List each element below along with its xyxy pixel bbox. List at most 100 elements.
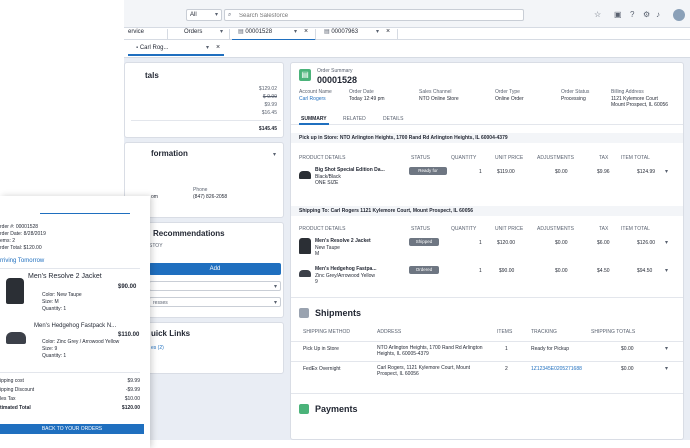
column-header: QUANTITY	[451, 226, 477, 232]
favorites-star-icon[interactable]: ☆	[594, 10, 601, 19]
mobile-items: ems: 2	[0, 238, 16, 244]
desktop-app: All ▾ ⌕ ☆ ▣ ? ⚙ ♪ ervice Orders ▾ ▤ 0000…	[124, 0, 690, 440]
column-header: ITEM TOTAL	[621, 226, 650, 232]
table-row: Men's Hedgehog Fastpa... Zinc Grey/Arrow…	[291, 264, 683, 288]
app-launcher-icon[interactable]: ▣	[614, 10, 622, 19]
totals-card: tals $129.02 $-9.99 $9.99 $16.45 $145.45	[124, 62, 284, 138]
tab-details[interactable]: DETAILS	[383, 116, 403, 122]
mobile-product-quantity: Quantity: 1	[42, 306, 67, 312]
product-name[interactable]: Big Shot Special Edition Da...	[315, 167, 385, 173]
field-value: Processing	[561, 96, 586, 102]
mobile-total-label: ipping cost	[0, 378, 24, 384]
mobile-total-label: ipping Discount	[0, 387, 35, 393]
shipments-title: Shipments	[315, 308, 362, 318]
global-search[interactable]: ⌕	[224, 9, 524, 21]
shipping-total: $0.00	[621, 366, 634, 372]
search-icon: ⌕	[228, 12, 232, 18]
close-icon[interactable]: ×	[304, 28, 308, 35]
recommendation-select-1[interactable]: ▾	[149, 281, 281, 291]
mobile-order-total: rder Total: $120.00	[0, 245, 42, 251]
chevron-down-icon[interactable]: ▾	[376, 29, 379, 36]
row-menu-chevron-icon[interactable]: ▾	[665, 239, 668, 246]
notifications-bell-icon[interactable]: ♪	[656, 10, 660, 19]
field-label: Sales Channel	[419, 89, 452, 95]
shipments-icon	[299, 308, 309, 318]
column-header: UNIT PRICE	[495, 155, 524, 161]
product-name[interactable]: Men's Hedgehog Fastpa...	[315, 266, 376, 272]
phone-label: Phone	[193, 187, 208, 193]
subtab-account[interactable]: ▪ Carl Rog... ▾ ×	[128, 44, 224, 56]
unit-price: $90.00	[499, 268, 515, 274]
mobile-total-row: ipping Discount -$9.99	[0, 387, 140, 395]
back-to-orders-button[interactable]: BACK TO YOUR ORDERS	[0, 424, 144, 434]
tax: $6.00	[597, 240, 610, 246]
field-label: Billing Address	[611, 89, 644, 95]
column-header: TAX	[599, 226, 609, 232]
add-button[interactable]: Add	[149, 263, 281, 275]
chevron-down-icon[interactable]: ▾	[273, 151, 276, 158]
mobile-product-name[interactable]: Men's Resolve 2 Jacket	[28, 273, 102, 281]
column-header: SHIPPING METHOD	[303, 329, 350, 335]
chevron-down-icon[interactable]: ▾	[294, 29, 297, 36]
email-value: om	[151, 194, 158, 200]
adjustments: $0.00	[555, 240, 568, 246]
shipping-address: NTO Arlington Heights, 1700 Rand Rd Arli…	[377, 345, 483, 357]
recommendation-select-2[interactable]: resses ▾	[149, 297, 281, 307]
setup-gear-icon[interactable]: ⚙	[643, 10, 650, 19]
search-scope-select[interactable]: All ▾	[186, 9, 222, 21]
field-label: Order Status	[561, 89, 590, 95]
mobile-product-price: $110.00	[118, 332, 140, 338]
chevron-down-icon[interactable]: ▾	[220, 29, 223, 36]
adjustments: $0.00	[555, 169, 568, 175]
avatar[interactable]	[673, 9, 685, 21]
global-header: All ▾ ⌕ ☆ ▣ ? ⚙ ♪	[124, 0, 690, 28]
mobile-total-value: $10.00	[124, 396, 140, 402]
divider	[291, 297, 683, 298]
column-header: PRODUCT DETAILS	[299, 226, 346, 232]
column-header: TAX	[599, 155, 609, 161]
product-name[interactable]: Men's Resolve 2 Jacket	[315, 238, 371, 244]
item-total: $124.99	[637, 169, 656, 175]
close-icon[interactable]: ×	[386, 28, 390, 35]
row-menu-chevron-icon[interactable]: ▾	[665, 168, 668, 175]
order-icon: ▤	[324, 29, 330, 35]
mobile-product-size: Size: M	[42, 299, 59, 305]
column-header: STATUS	[411, 226, 430, 232]
shipping-method: Pick Up in Store	[303, 346, 339, 352]
chevron-down-icon: ▾	[214, 12, 218, 18]
row-menu-chevron-icon[interactable]: ▾	[665, 345, 668, 352]
close-icon[interactable]: ×	[216, 44, 220, 51]
product-image-shoe	[299, 171, 311, 179]
mobile-total-value: $9.99	[127, 378, 140, 384]
divider	[0, 268, 140, 269]
row-menu-chevron-icon[interactable]: ▾	[665, 365, 668, 372]
chevron-down-icon: ▾	[273, 284, 277, 290]
mobile-order-number: rder #: 00001528	[0, 224, 39, 230]
tab-related[interactable]: RELATED	[343, 116, 366, 122]
shipping-label: Shipping To:	[299, 208, 330, 214]
mobile-total-row: les Tax $10.00	[0, 396, 140, 404]
row-menu-chevron-icon[interactable]: ▾	[665, 267, 668, 274]
mobile-product-name[interactable]: Men's Hedgehog Fastpack N...	[34, 323, 116, 330]
help-icon[interactable]: ?	[630, 10, 634, 19]
mobile-product-color: Color: New Taupe	[42, 292, 82, 298]
chevron-down-icon[interactable]: ▾	[206, 45, 209, 52]
item-total: $126.00	[637, 240, 656, 246]
account-name-link[interactable]: Carl Rogers	[299, 96, 326, 102]
product-size: 9	[315, 279, 318, 285]
column-header: STATUS	[411, 155, 430, 161]
item-total: $94.50	[637, 268, 653, 274]
quantity: 1	[479, 169, 482, 175]
unit-price: $119.00	[497, 169, 515, 175]
search-input[interactable]	[239, 11, 519, 20]
mobile-product-image-jacket	[6, 278, 24, 304]
quantity: 1	[479, 240, 482, 246]
tab-summary[interactable]: SUMMARY	[299, 116, 329, 125]
subtab-account-label: Carl Rog...	[139, 45, 169, 51]
tracking-link[interactable]: 1Z12345E0205271688	[531, 366, 582, 372]
tab-orders-label: Orders	[184, 29, 203, 35]
pickup-column-headers: PRODUCT DETAILS STATUS QUANTITY UNIT PRI…	[291, 155, 683, 163]
payments-icon	[299, 404, 309, 414]
chevron-down-icon: ▾	[273, 300, 277, 306]
quick-link-item[interactable]: es (2)	[151, 345, 164, 351]
